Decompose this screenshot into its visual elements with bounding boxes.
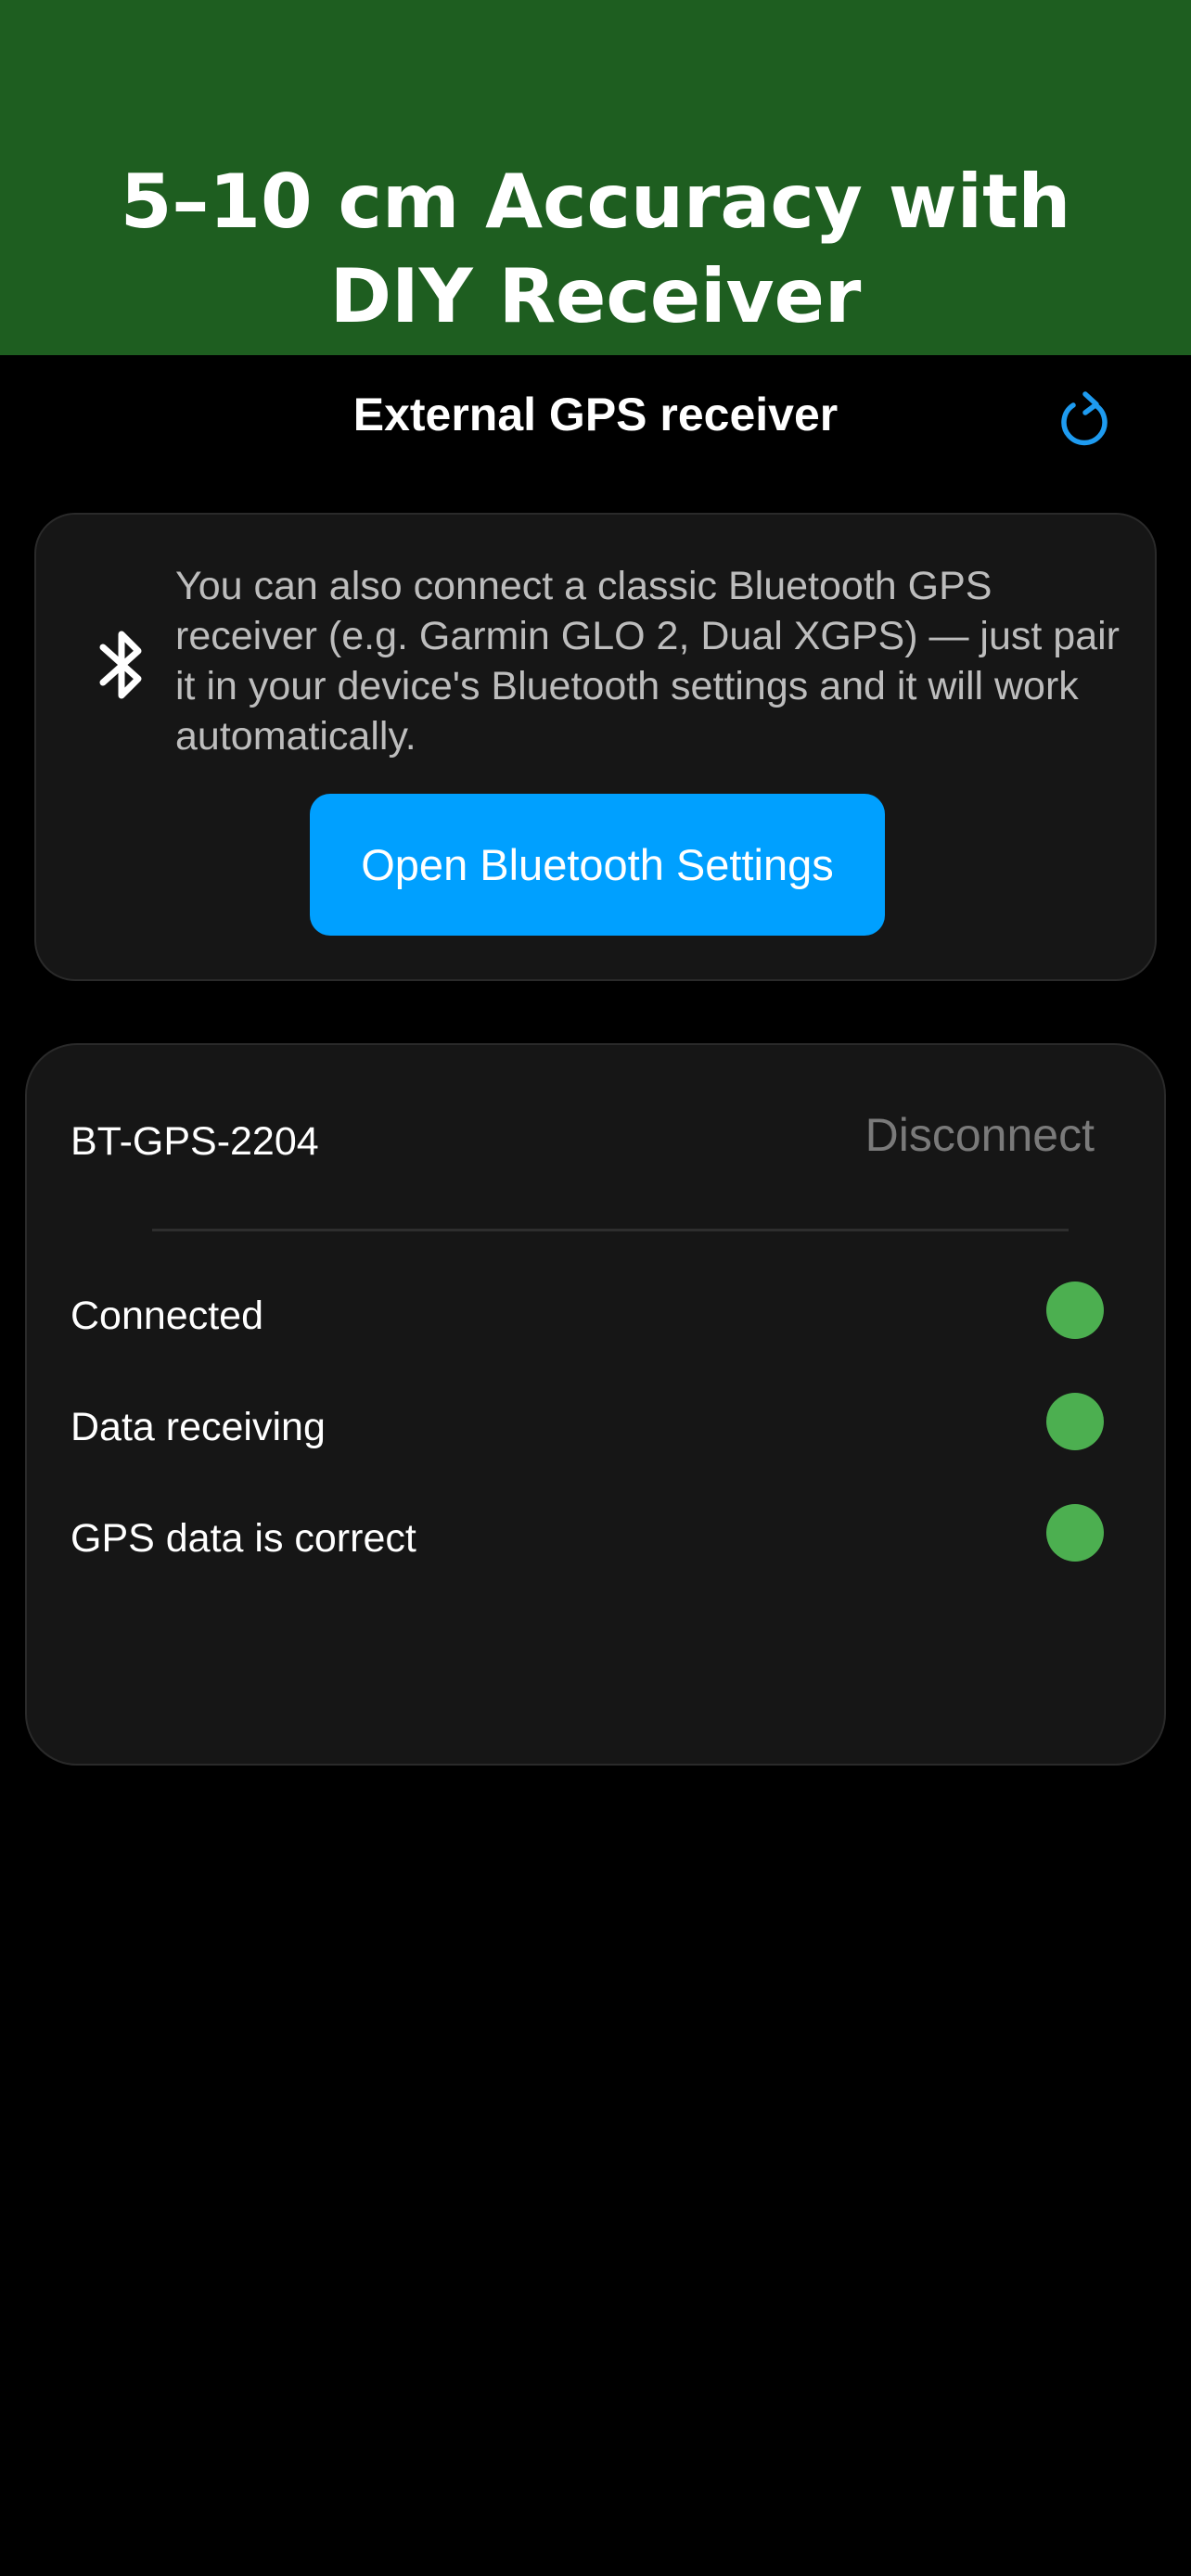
open-bluetooth-settings-button[interactable]: Open Bluetooth Settings — [310, 794, 885, 936]
status-label: Data receiving — [70, 1405, 326, 1449]
device-card: BT-GPS-2204 Disconnect Connected Data re… — [25, 1043, 1166, 1766]
bluetooth-icon — [99, 631, 142, 699]
status-indicator-dot — [1046, 1393, 1104, 1450]
refresh-icon — [1061, 391, 1108, 446]
bluetooth-info-text: You can also connect a classic Bluetooth… — [175, 564, 1120, 759]
page-title: External GPS receiver — [352, 389, 839, 440]
promo-banner: 5–10 cm Accuracy with DIY Receiver — [0, 0, 1191, 355]
banner-title: 5–10 cm Accuracy with DIY Receiver — [120, 159, 1071, 339]
bluetooth-info-card: You can also connect a classic Bluetooth… — [34, 513, 1157, 981]
status-row-data-receiving: Data receiving — [70, 1393, 1128, 1458]
divider — [152, 1229, 1069, 1231]
status-row-connected: Connected — [70, 1282, 1128, 1346]
status-row-gps-data-correct: GPS data is correct — [70, 1504, 1128, 1569]
status-label: GPS data is correct — [70, 1516, 416, 1561]
status-indicator-dot — [1046, 1282, 1104, 1339]
refresh-button[interactable] — [1056, 389, 1113, 446]
nav-header: External GPS receiver — [0, 355, 1191, 479]
status-indicator-dot — [1046, 1504, 1104, 1562]
disconnect-button[interactable]: Disconnect — [865, 1105, 1095, 1165]
device-name: BT-GPS-2204 — [70, 1119, 319, 1164]
status-label: Connected — [70, 1294, 263, 1338]
